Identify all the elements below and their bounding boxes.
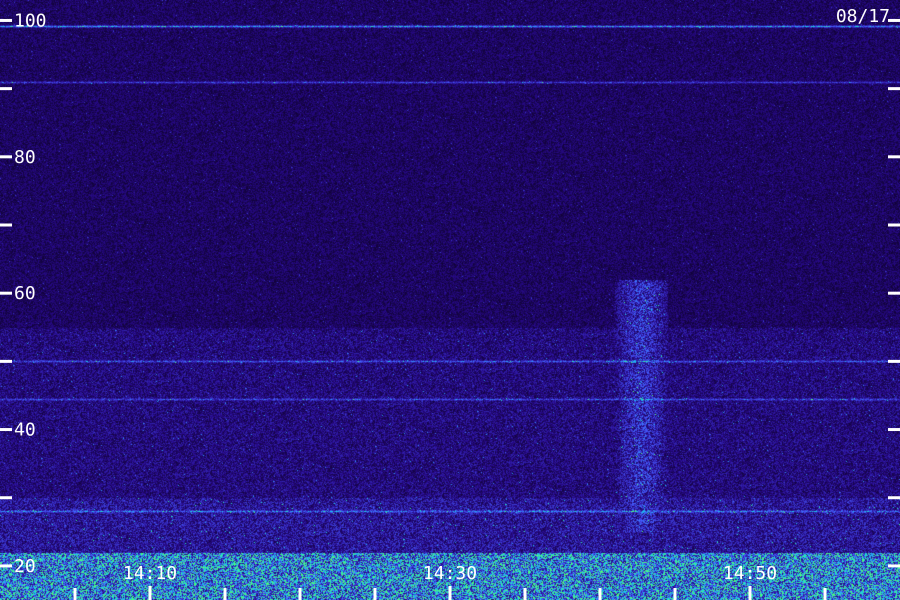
x-time-label: 14:10 [123, 563, 177, 584]
y-tick-label: 80 [14, 147, 36, 168]
x-time-label: 14:30 [423, 563, 477, 584]
y-tick-label: 20 [14, 556, 36, 577]
y-tick-label: 60 [14, 283, 36, 304]
spectrogram-chart: 20 40 60 80 100 14:10 14:30 14:50 08/17 [0, 0, 900, 600]
spectrogram-heatmap [0, 0, 900, 600]
x-time-label: 14:50 [723, 563, 777, 584]
y-tick-label: 40 [14, 420, 36, 441]
date-label: 08/17 [836, 6, 890, 27]
y-tick-label: 100 [14, 10, 47, 31]
